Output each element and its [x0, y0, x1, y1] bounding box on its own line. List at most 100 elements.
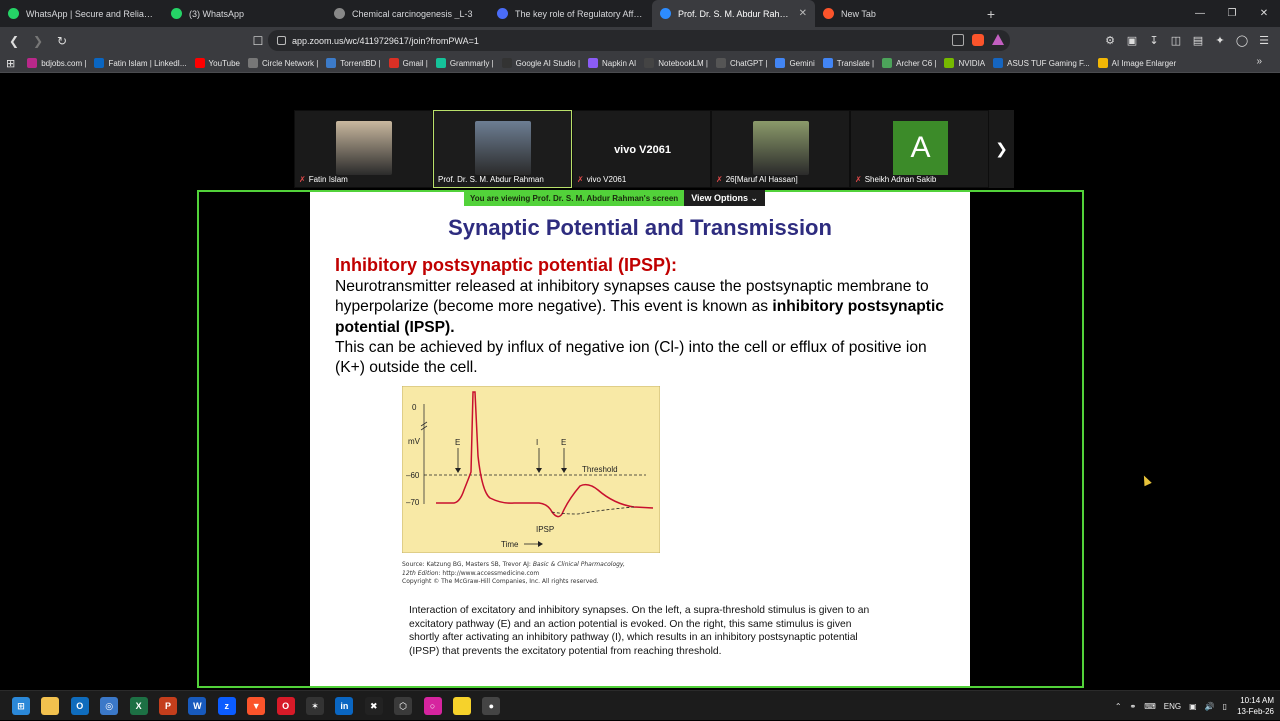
reload-icon[interactable]: ↻: [52, 31, 72, 51]
bookmark-item[interactable]: Napkin AI: [588, 58, 636, 68]
opera-icon[interactable]: O: [276, 697, 295, 715]
keyboard-icon[interactable]: ⌨: [1144, 702, 1156, 711]
site-info-icon[interactable]: [277, 36, 286, 45]
bookmark-item[interactable]: Circle Network |: [247, 58, 319, 68]
bookmark-item[interactable]: ASUS TUF Gaming F...: [993, 58, 1090, 68]
bookmark-favicon-icon: [388, 58, 399, 68]
battery-icon[interactable]: ▯: [1223, 702, 1227, 711]
view-options-button[interactable]: View Options ⌄: [684, 190, 766, 206]
bookmark-item[interactable]: Fatin Islam | LinkedI...: [94, 58, 187, 68]
word-icon[interactable]: W: [188, 697, 207, 715]
linkedin-icon[interactable]: in: [335, 697, 354, 715]
participant-tile[interactable]: vivo V2061 ✗ vivo V2061: [572, 110, 711, 188]
bookmark-item[interactable]: Gemini: [775, 58, 815, 68]
language-indicator[interactable]: ENG: [1164, 702, 1181, 711]
app-dark-icon[interactable]: ⬡: [394, 697, 413, 715]
bookmark-favicon-icon: [94, 58, 105, 68]
bookmark-favicon-icon: [247, 58, 258, 68]
new-tab-button[interactable]: +: [978, 0, 1004, 27]
bookmark-item[interactable]: NVIDIA: [944, 58, 985, 68]
brave-shields-icon[interactable]: [972, 34, 984, 46]
bookmark-label: TorrentBD |: [340, 58, 381, 68]
participant-avatar-letter: A: [893, 121, 948, 175]
next-participants-icon[interactable]: ❯: [989, 110, 1014, 188]
browser-tab[interactable]: Chemical carcinogenesis _L-3: [326, 0, 489, 27]
display-icon[interactable]: ▣: [1189, 702, 1197, 711]
screenshot-icon[interactable]: ▣: [1122, 31, 1142, 51]
browser-tab[interactable]: New Tab: [815, 0, 978, 27]
restore-icon[interactable]: ❐: [1216, 0, 1248, 27]
back-icon[interactable]: ❮: [4, 31, 24, 51]
bookmark-item[interactable]: Translate |: [822, 58, 874, 68]
bookmark-item[interactable]: YouTube: [194, 58, 240, 68]
instagram-icon[interactable]: ○: [423, 697, 442, 715]
capcut-icon[interactable]: ✖: [364, 697, 383, 715]
close-tab-icon[interactable]: ✕: [799, 8, 807, 19]
bookmark-item[interactable]: bdjobs.com |: [27, 58, 86, 68]
windows-start-icon[interactable]: ⊞: [12, 697, 30, 715]
browser-tab[interactable]: WhatsApp | Secure and Reliable Free: [0, 0, 163, 27]
browser-tab[interactable]: The key role of Regulatory Affairs in: [489, 0, 652, 27]
chevron-down-icon: ⌄: [750, 192, 759, 203]
viewing-banner: You are viewing Prof. Dr. S. M. Abdur Ra…: [464, 190, 766, 206]
bookmark-favicon-icon: [501, 58, 512, 68]
figure-source: Source: Katzung BG, Masters SB, Trevor A…: [402, 561, 672, 587]
file-explorer-icon[interactable]: [41, 697, 60, 715]
browser-tab[interactable]: (3) WhatsApp: [163, 0, 326, 27]
microphone-icon[interactable]: ⚭: [1130, 702, 1137, 711]
tab-label: (3) WhatsApp: [189, 8, 245, 19]
bookmark-item[interactable]: ChatGPT |: [715, 58, 767, 68]
share-icon[interactable]: [952, 34, 964, 46]
menu-icon[interactable]: ☰: [1254, 31, 1274, 51]
bookmark-item[interactable]: Archer C6 |: [882, 58, 936, 68]
bookmark-item[interactable]: NotebookLM |: [644, 58, 708, 68]
powerpoint-icon[interactable]: P: [159, 697, 177, 715]
more-bookmarks-icon[interactable]: »: [1256, 56, 1262, 67]
clock[interactable]: 10:14 AM 13-Feb-26: [1237, 695, 1274, 717]
minimize-icon[interactable]: —: [1184, 0, 1216, 27]
bookmark-item[interactable]: Gmail |: [388, 58, 428, 68]
app-record-icon[interactable]: ●: [482, 697, 501, 715]
forward-icon[interactable]: ❯: [28, 31, 48, 51]
brave-icon[interactable]: ▼: [247, 697, 266, 715]
close-window-icon[interactable]: ✕: [1248, 0, 1280, 27]
tab-label: New Tab: [841, 8, 876, 19]
bookmark-item[interactable]: Grammarly |: [435, 58, 494, 68]
bookmark-item[interactable]: AI Image Enlarger: [1097, 58, 1176, 68]
bookmark-label: Gmail |: [402, 58, 428, 68]
participant-video: [336, 121, 392, 175]
zoom-icon[interactable]: z: [217, 697, 236, 715]
address-bar[interactable]: app.zoom.us/wc/4119729617/join?fromPWA=1: [268, 30, 1010, 51]
tray-overflow-icon[interactable]: ⌃: [1115, 702, 1122, 711]
tab-favicon-icon: [171, 8, 182, 19]
browser-tab[interactable]: Prof. Dr. S. M. Abdur Rahman ✕: [652, 0, 815, 27]
zoom-meeting: ✗ Fatin Islam Prof. Dr. S. M. Abdur Rahman…: [0, 73, 1280, 690]
bookmark-item[interactable]: TorrentBD |: [326, 58, 381, 68]
tab-favicon-icon: [334, 8, 345, 19]
participant-tile[interactable]: A ✗ Sheikh Adnan Sakib: [850, 110, 989, 188]
download-icon[interactable]: ↧: [1144, 31, 1164, 51]
sticky-notes-icon[interactable]: [453, 697, 471, 715]
bookmark-label: bdjobs.com |: [41, 58, 87, 68]
bookmark-label: Circle Network |: [261, 58, 319, 68]
apps-grid-icon[interactable]: ⊞: [6, 57, 15, 70]
bookmark-icon[interactable]: ☐: [248, 31, 268, 51]
participant-tile[interactable]: ✗ 26[Maruf Al Hassan]: [711, 110, 850, 188]
brave-rewards-icon[interactable]: [992, 34, 1004, 45]
extensions-icon[interactable]: ⚙: [1100, 31, 1120, 51]
bookmark-item[interactable]: Google AI Studio |: [501, 58, 580, 68]
outlook-icon[interactable]: O: [70, 697, 89, 715]
vpn-icon[interactable]: ◯: [1232, 31, 1252, 51]
participant-tile[interactable]: Prof. Dr. S. M. Abdur Rahman: [433, 110, 572, 188]
participant-center-name: vivo V2061: [614, 144, 671, 156]
chatgpt-icon[interactable]: ✶: [306, 697, 324, 715]
volume-icon[interactable]: 🔊: [1205, 702, 1215, 711]
app-blue-icon[interactable]: ◎: [100, 697, 119, 715]
excel-icon[interactable]: X: [129, 697, 148, 715]
participant-tile[interactable]: ✗ Fatin Islam: [294, 110, 433, 188]
system-tray: ⌃ ⚭ ⌨ ENG ▣ 🔊 ▯ 10:14 AM 13-Feb-26: [1111, 691, 1274, 721]
time-label: Time: [501, 540, 519, 549]
wallet-icon[interactable]: ▤: [1188, 31, 1208, 51]
sidebar-icon[interactable]: ◫: [1166, 31, 1186, 51]
leo-ai-icon[interactable]: ✦: [1210, 31, 1230, 51]
